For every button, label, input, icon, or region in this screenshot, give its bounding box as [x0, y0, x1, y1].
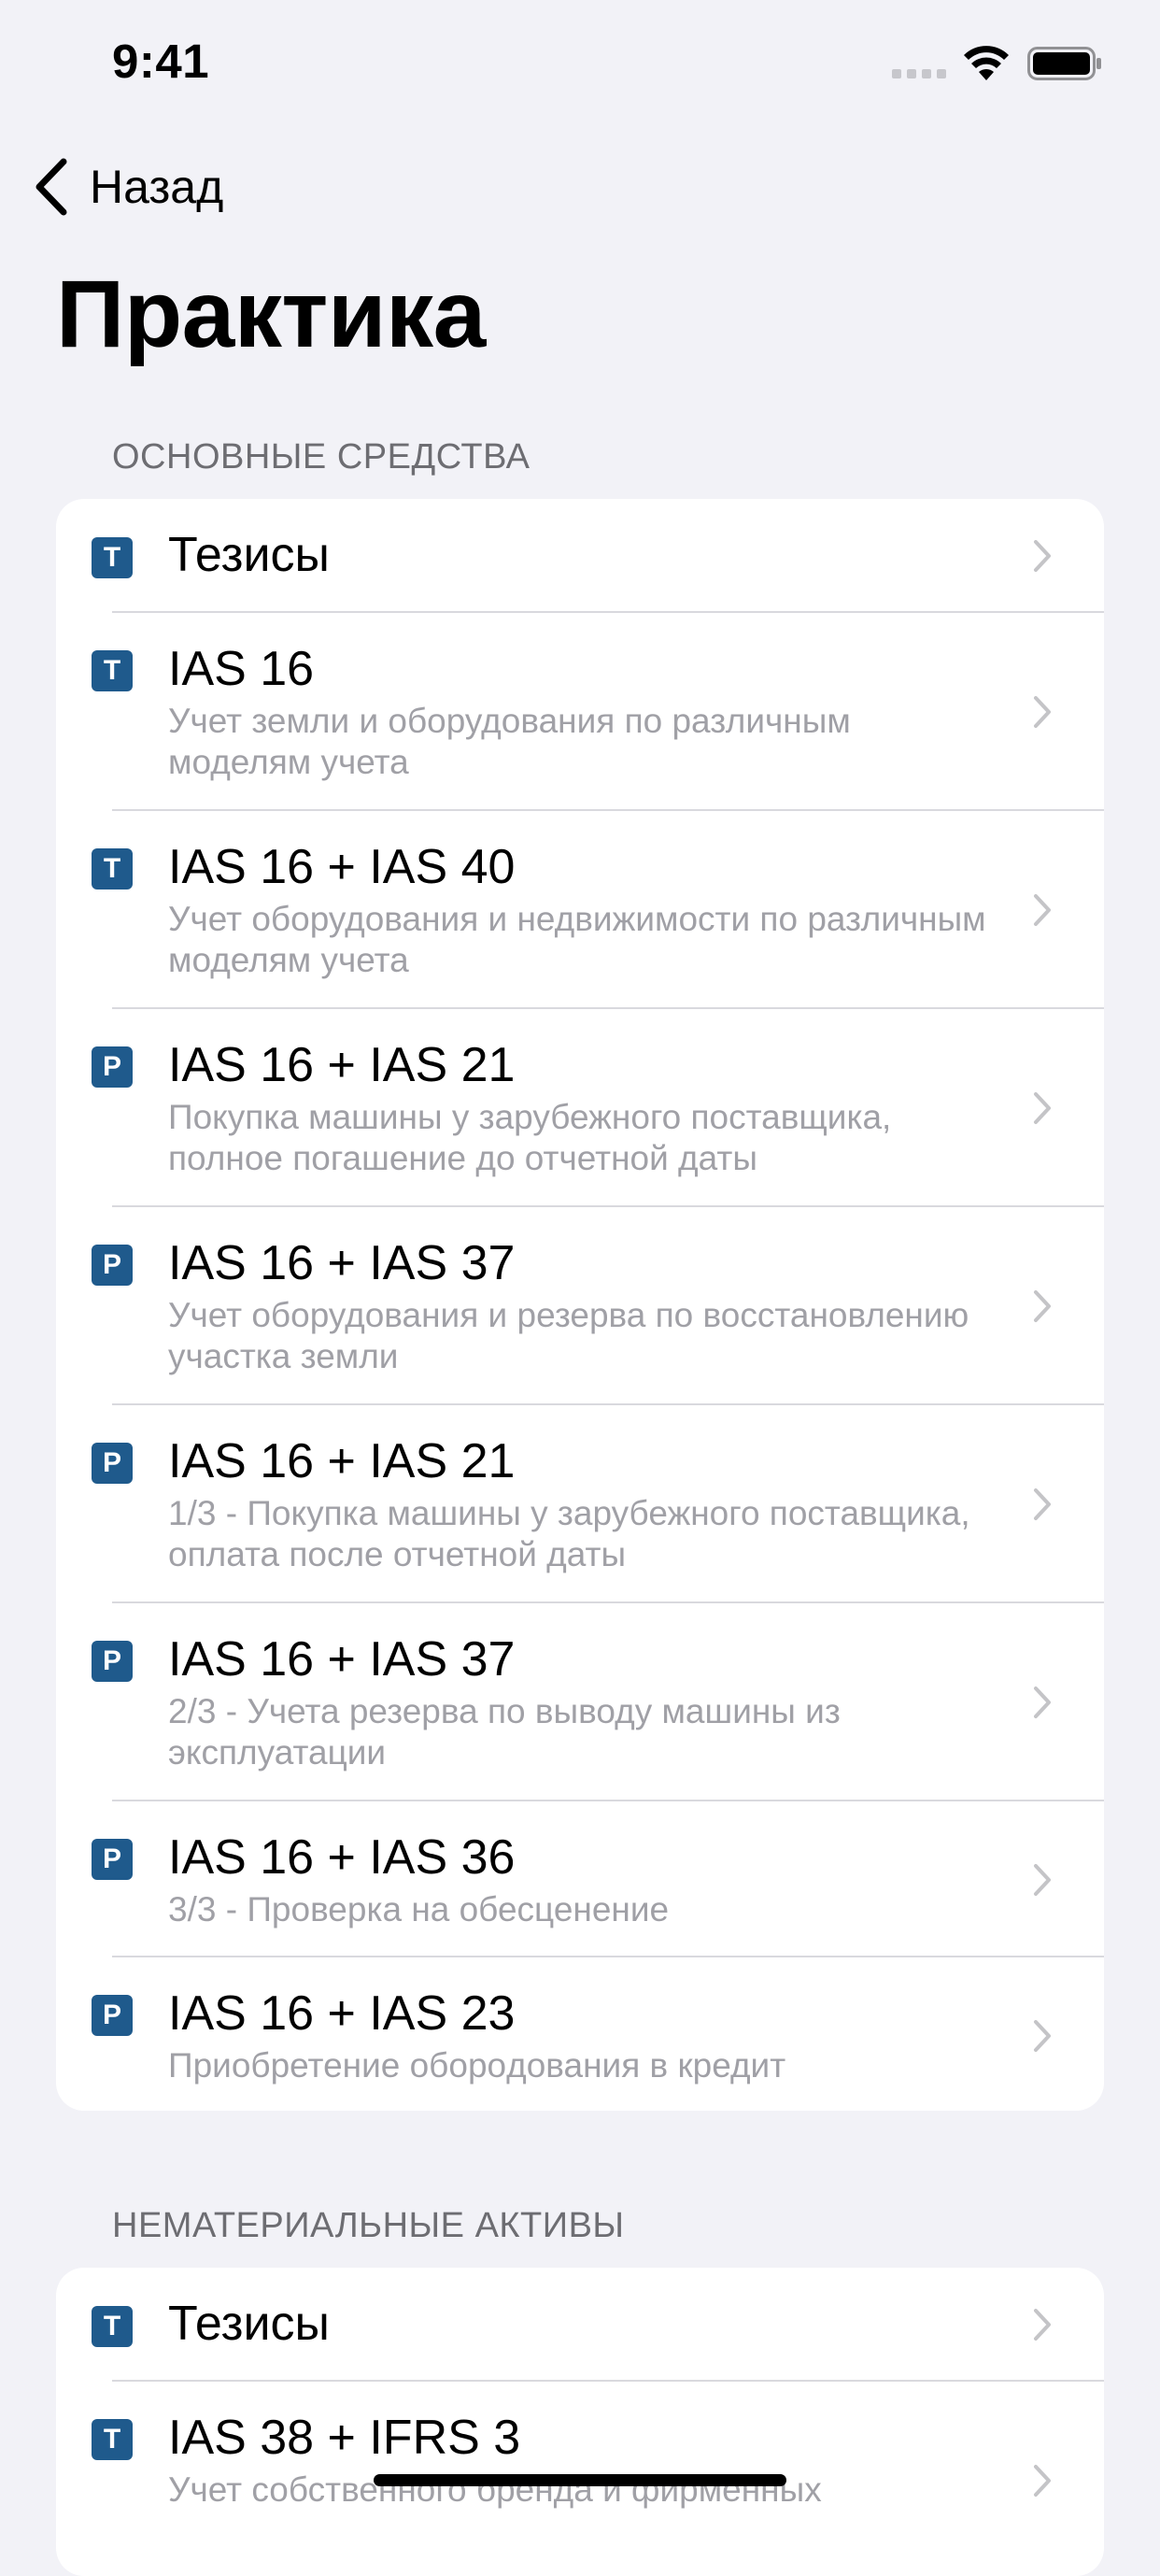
list-item-subtitle: 3/3 - Проверка на обесценение	[168, 1890, 670, 1928]
section-card-intangible-assets: T Тезисы T IAS 38 + IFRS 3 Учет собствен…	[56, 2268, 1104, 2576]
home-indicator[interactable]	[374, 2474, 786, 2486]
chevron-left-icon	[35, 158, 67, 216]
section-card-fixed-assets: T Тезисы T IAS 16 Учет земли и оборудова…	[56, 499, 1104, 2111]
chevron-right-icon	[1034, 894, 1051, 926]
list-item-title: IAS 38 + IFRS 3	[168, 2411, 521, 2465]
type-badge: P	[92, 1443, 133, 1484]
list-item[interactable]: P IAS 16 + IAS 21 1/3 - Покупка машины у…	[56, 1405, 1104, 1603]
list-item-title: IAS 16	[168, 642, 315, 696]
chevron-right-icon	[1034, 2465, 1051, 2497]
list-item-subtitle: Учет оборудования и недвижимости по разл…	[168, 900, 986, 979]
list-item[interactable]: P IAS 16 + IAS 36 3/3 - Проверка на обес…	[56, 1801, 1104, 1957]
type-badge: T	[92, 2306, 133, 2347]
list-item-subtitle: 2/3 - Учета резерва по выводу машины из …	[168, 1692, 841, 1772]
list-item-subtitle: Покупка машины у зарубежного поставщика,…	[168, 1098, 892, 1177]
list-item[interactable]: P IAS 16 + IAS 23 Приобретение оборoдова…	[56, 1957, 1104, 2111]
list-item[interactable]: P IAS 16 + IAS 37 2/3 - Учета резерва по…	[56, 1603, 1104, 1801]
chevron-right-icon	[1034, 2020, 1051, 2052]
list-item[interactable]: P IAS 16 + IAS 37 Учет оборудования и ре…	[56, 1207, 1104, 1405]
list-item-title: IAS 16 + IAS 23	[168, 1986, 516, 2041]
battery-icon	[1027, 47, 1101, 80]
status-bar: 9:41	[0, 0, 1160, 131]
list-item-title: IAS 16 + IAS 37	[168, 1236, 516, 1290]
section-header-fixed-assets: ОСНОВНЫЕ СРЕДСТВА	[112, 437, 530, 477]
list-item[interactable]: P IAS 16 + IAS 21 Покупка машины у заруб…	[56, 1009, 1104, 1207]
type-badge: P	[92, 1995, 133, 2036]
list-item-title: IAS 16 + IAS 36	[168, 1830, 516, 1885]
section-header-intangible-assets: НЕМАТЕРИАЛЬНЫЕ АКТИВЫ	[112, 2206, 625, 2245]
type-badge: T	[92, 537, 133, 578]
list-item-title: IAS 16 + IAS 37	[168, 1632, 516, 1686]
list-item-title: IAS 16 + IAS 21	[168, 1434, 516, 1488]
chevron-right-icon	[1034, 540, 1051, 572]
list-item-subtitle: Приобретение оборoдования в кредит	[168, 2046, 786, 2085]
chevron-right-icon	[1034, 1092, 1051, 1124]
wifi-icon	[964, 46, 1009, 80]
list-item-title: IAS 16 + IAS 40	[168, 840, 516, 894]
page-title: Практика	[56, 261, 486, 367]
list-item-subtitle: Учет оборудования и резерва по восстанов…	[168, 1296, 969, 1375]
type-badge: P	[92, 1839, 133, 1880]
type-badge: P	[92, 1641, 133, 1682]
back-button-label: Назад	[90, 161, 224, 213]
list-item[interactable]: T Тезисы	[56, 499, 1104, 613]
list-item-subtitle: 1/3 - Покупка машины у зарубежного поста…	[168, 1494, 970, 1573]
chevron-right-icon	[1034, 1864, 1051, 1896]
list-item-subtitle: Учет земли и оборудования по различным м…	[168, 702, 851, 781]
list-item[interactable]: T IAS 16 Учет земли и оборудования по ра…	[56, 613, 1104, 811]
chevron-right-icon	[1034, 1686, 1051, 1718]
list-item[interactable]: T Тезисы	[56, 2268, 1104, 2382]
list-item-title: Тезисы	[168, 528, 330, 582]
list-item-title: IAS 16 + IAS 21	[168, 1038, 516, 1092]
type-badge: T	[92, 848, 133, 890]
list-item-title: Тезисы	[168, 2297, 330, 2351]
chevron-right-icon	[1034, 696, 1051, 728]
type-badge: P	[92, 1245, 133, 1286]
chevron-right-icon	[1034, 1488, 1051, 1520]
back-button[interactable]: Назад	[34, 149, 223, 224]
list-item[interactable]: T IAS 16 + IAS 40 Учет оборудования и не…	[56, 811, 1104, 1009]
chevron-right-icon	[1034, 2309, 1051, 2341]
chevron-right-icon	[1034, 1290, 1051, 1322]
type-badge: T	[92, 2419, 133, 2460]
cellular-signal-icon	[892, 69, 946, 78]
type-badge: P	[92, 1046, 133, 1088]
type-badge: T	[92, 650, 133, 691]
status-time: 9:41	[112, 35, 210, 88]
